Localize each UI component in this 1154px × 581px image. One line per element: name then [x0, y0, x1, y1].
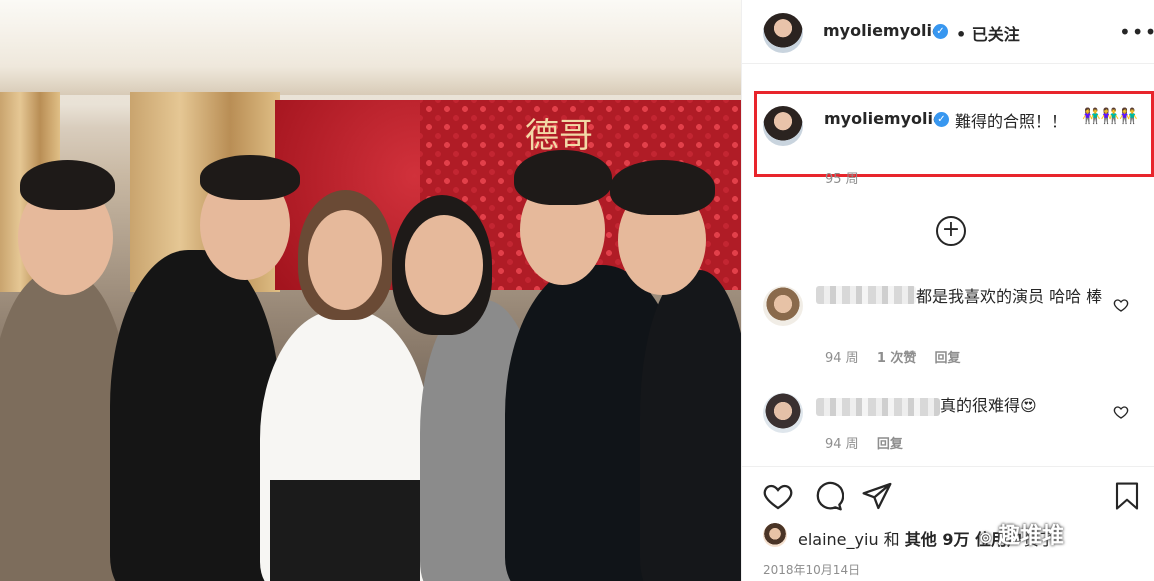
person-3-skirt [270, 480, 420, 581]
person-2-hair [200, 155, 300, 200]
caption-emojis: 👫👫👫 [1082, 107, 1138, 125]
comment-meta: 94 周 回复 [825, 433, 903, 452]
person-6-hair [610, 160, 715, 215]
liker-username[interactable]: elaine_yiu [798, 530, 879, 549]
liker-avatar[interactable] [763, 523, 787, 547]
add-circle-icon[interactable]: + [936, 216, 966, 246]
person-3-face [308, 210, 382, 310]
verified-icon: ✓ [934, 112, 949, 127]
follow-status-label: 已关注 [971, 25, 1020, 44]
person-5-hair [514, 150, 612, 205]
comment-reply-button[interactable]: 回复 [935, 351, 961, 366]
comment-avatar[interactable] [763, 286, 803, 326]
comment-time[interactable]: 94 周 [825, 437, 859, 452]
share-icon[interactable] [861, 480, 893, 512]
author-avatar[interactable] [763, 13, 803, 53]
watermark: ⊚ 趣堆堆 [979, 518, 1064, 550]
post-side-panel: myoliemyolie ✓ • 已关注 ••• myoliemyolie ✓ … [741, 0, 1154, 581]
dot-separator: • [956, 25, 972, 44]
follow-status-button[interactable]: • 已关注 [956, 21, 1020, 45]
caption-highlight [754, 91, 1154, 177]
heart-icon[interactable] [762, 480, 794, 512]
comment-icon[interactable] [812, 480, 844, 512]
post-photo[interactable]: 德哥 [0, 0, 741, 581]
likes-and: 和 [883, 530, 900, 549]
person-2-body [110, 250, 280, 581]
photo-ceiling [0, 0, 741, 95]
author-username[interactable]: myoliemyolie [823, 21, 943, 40]
caption-emoji-group: 👫👫👫 [1082, 107, 1139, 125]
blurred-username [816, 398, 940, 416]
comment-meta: 94 周 1 次赞 回复 [825, 347, 961, 366]
more-icon[interactable]: ••• [1119, 20, 1154, 44]
actions-divider [742, 466, 1154, 467]
comment-avatar[interactable] [763, 393, 803, 433]
comment-time[interactable]: 94 周 [825, 351, 859, 366]
comment-text: 真的很难得😍 [940, 396, 1037, 415]
post-date[interactable]: 2018年10月14日 [763, 561, 860, 578]
post-header: myoliemyolie ✓ • 已关注 ••• [742, 0, 1154, 64]
blurred-username [816, 286, 916, 304]
caption-time[interactable]: 95 周 [825, 168, 859, 187]
verified-icon: ✓ [933, 24, 948, 39]
heart-icon[interactable] [1113, 297, 1129, 313]
comment-reply-button[interactable]: 回复 [877, 437, 903, 452]
comment-text: 都是我喜欢的演员 哈哈 棒 [916, 287, 1103, 306]
caption-text: 難得的合照！！ [955, 112, 1068, 131]
wechat-icon: ⊚ [979, 528, 998, 547]
person-1-hair [20, 160, 115, 210]
heart-icon[interactable] [1113, 404, 1129, 420]
caption-avatar[interactable] [763, 106, 803, 146]
person-4-head [405, 215, 483, 315]
person-6-body [640, 270, 741, 581]
bookmark-icon[interactable] [1112, 480, 1142, 512]
caption-username[interactable]: myoliemyolie [824, 109, 944, 128]
comment-likes[interactable]: 1 次赞 [877, 351, 917, 366]
watermark-text: 趣堆堆 [997, 524, 1064, 549]
